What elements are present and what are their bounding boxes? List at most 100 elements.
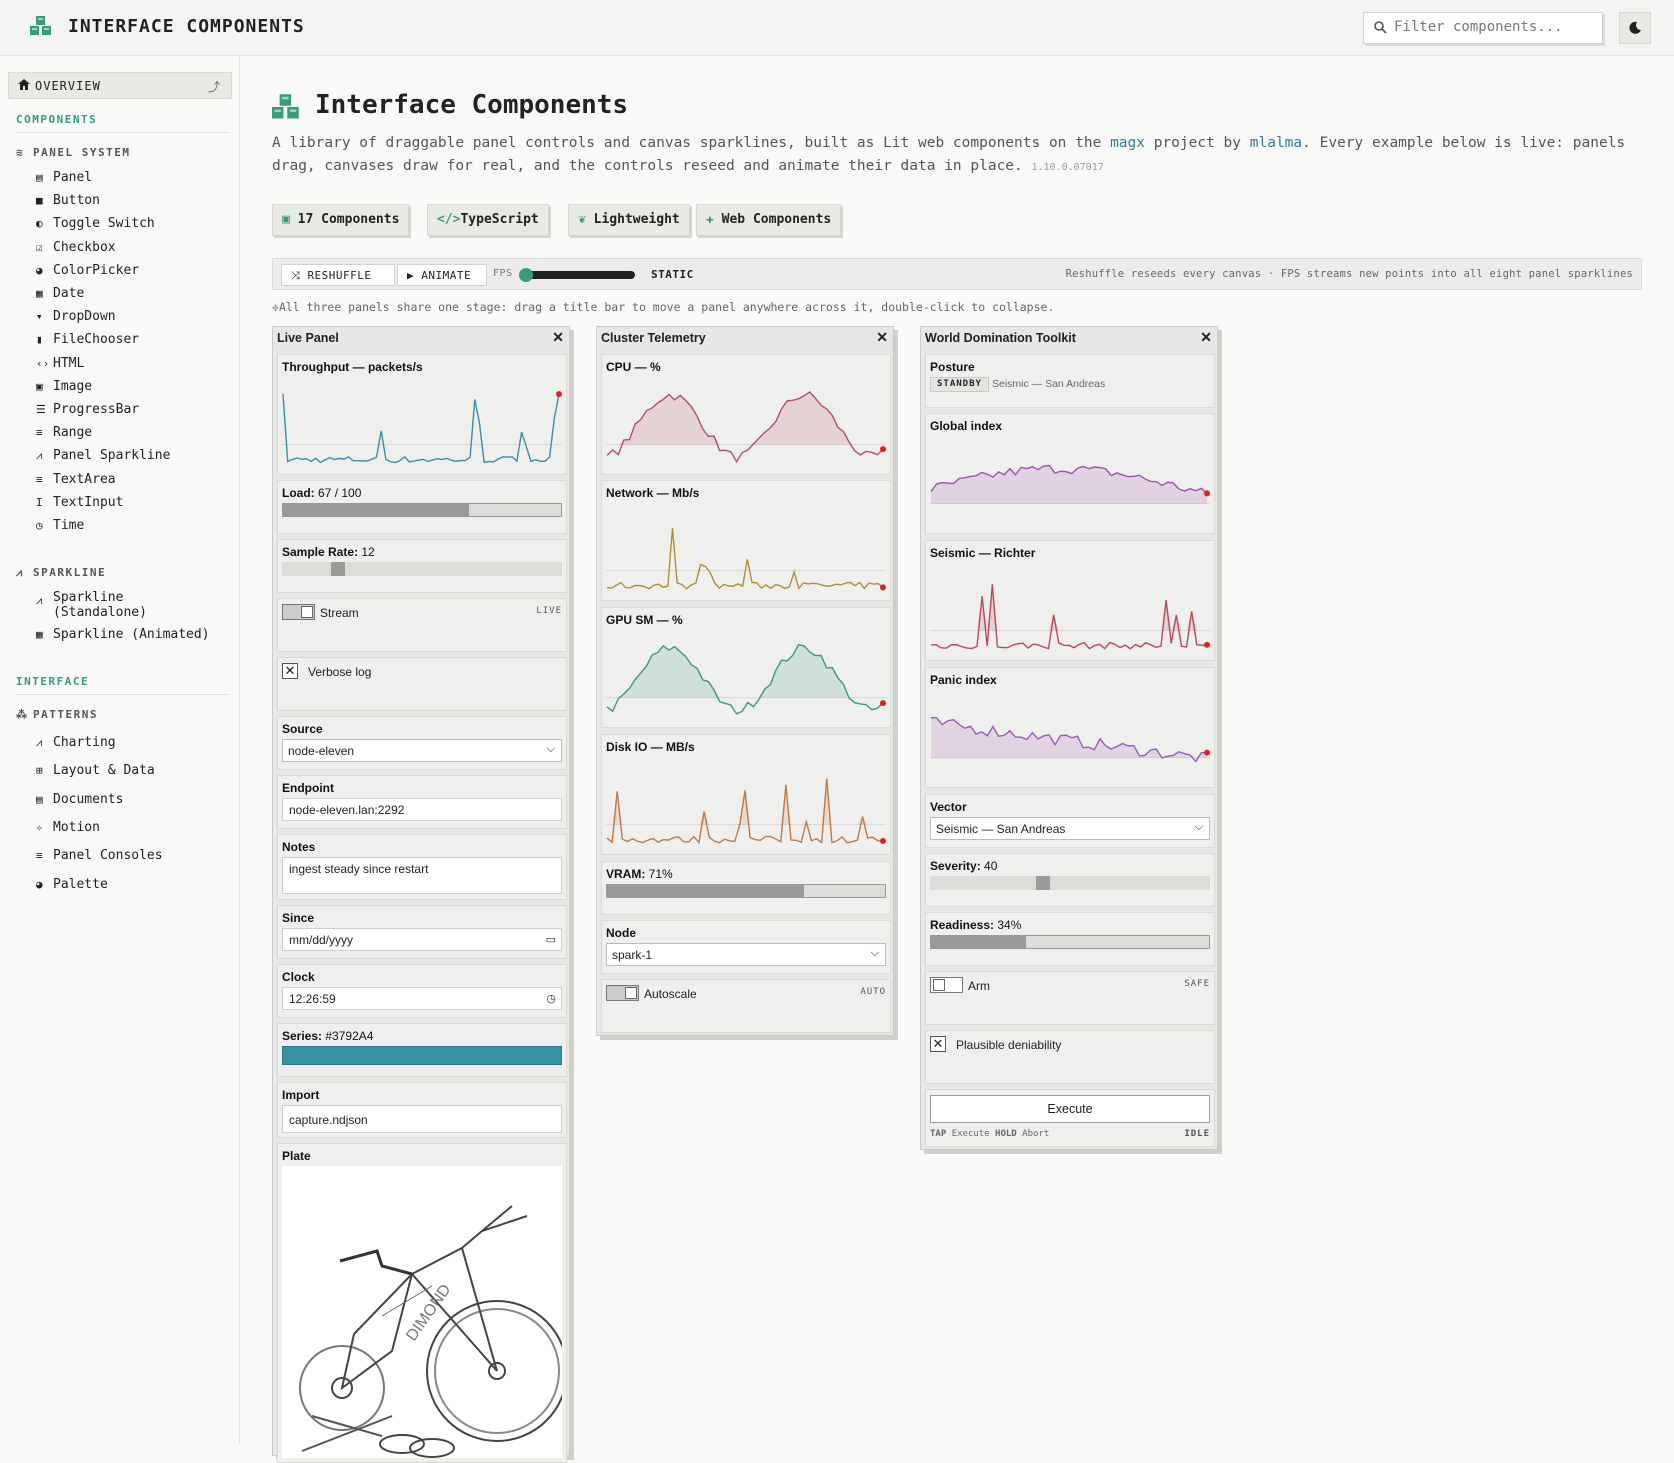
- network-sparkline-cell: Network — Mb/s: [601, 480, 891, 601]
- sidebar-item-panel[interactable]: ▤ Panel: [36, 170, 92, 185]
- sidebar-item-label: HTML: [53, 355, 85, 371]
- series-color-swatch[interactable]: [282, 1046, 562, 1065]
- fps-slider-handle[interactable]: [519, 268, 533, 282]
- sidebar-item-textarea[interactable]: ≡ TextArea: [36, 472, 116, 487]
- search-icon: [1374, 21, 1387, 38]
- deniability-checkbox[interactable]: ✕: [930, 1036, 946, 1052]
- filter-placeholder: Filter components...: [1394, 19, 1563, 35]
- sidebar-item-checkbox[interactable]: ☑ Checkbox: [36, 240, 116, 255]
- layout-data-icon: ⊞: [36, 764, 43, 778]
- sidebar-item-motion[interactable]: ✧ Motion: [36, 820, 100, 835]
- panel-title-bar[interactable]: World Domination Toolkit ✕: [921, 327, 1217, 349]
- chevron-down-icon: ⌵: [870, 947, 879, 959]
- sidebar-item-label: Image: [53, 378, 93, 394]
- execute-state: IDLE: [1184, 1129, 1210, 1139]
- range-handle[interactable]: [331, 562, 345, 576]
- sidebar-item-label: FileChooser: [53, 332, 140, 348]
- since-date-cell: Since mm/dd/yyyy ▭: [277, 905, 567, 959]
- execute-button[interactable]: Execute: [930, 1095, 1210, 1123]
- vector-dropdown[interactable]: Seismic — San Andreas ⌵: [930, 817, 1210, 840]
- sidebar-item-sparkline-standalone[interactable]: ⩘ Sparkline (Standalone): [36, 590, 147, 620]
- filter-input[interactable]: Filter components...: [1363, 12, 1603, 44]
- verbose-checkbox[interactable]: ✕: [282, 663, 298, 679]
- vector-label: Vector: [930, 800, 967, 814]
- panel-title-bar[interactable]: Cluster Telemetry ✕: [597, 327, 893, 349]
- import-file-chooser[interactable]: capture.ndjson: [282, 1105, 562, 1133]
- reshuffle-button[interactable]: ⤨ RESHUFFLE: [281, 264, 395, 286]
- sidebar-item-charting[interactable]: ⩘ Charting: [36, 735, 116, 750]
- colorpicker-icon: ◕: [36, 263, 43, 277]
- load-progress-cell: Load: 67 / 100: [277, 480, 567, 534]
- sidebar-item-documents[interactable]: ▤ Documents: [36, 792, 123, 807]
- sidebar-item-progressbar[interactable]: ☰ ProgressBar: [36, 402, 139, 417]
- sidebar-item-layout-data[interactable]: ⊞ Layout & Data: [36, 763, 155, 778]
- close-icon[interactable]: ✕: [1200, 329, 1212, 346]
- chart-line-icon: ⩘: [36, 594, 43, 607]
- sidebar-item-palette[interactable]: ◕ Palette: [36, 877, 108, 892]
- series-color-cell: Series: #3792A4: [277, 1023, 567, 1077]
- sidebar-overview[interactable]: OVERVIEW ⤴: [8, 72, 232, 99]
- autoscale-toggle[interactable]: [606, 985, 639, 1001]
- sparkline-label: GPU SM — %: [606, 613, 683, 627]
- sidebar-item-dropdown[interactable]: ▾ DropDown: [36, 309, 116, 324]
- sidebar-item-range[interactable]: ≡ Range: [36, 425, 92, 440]
- sidebar-item-label: Sparkline (Animated): [53, 627, 210, 642]
- mlalma-link[interactable]: mlalma: [1250, 135, 1302, 151]
- sidebar-item-toggle-switch[interactable]: ◐ Toggle Switch: [36, 216, 155, 231]
- sidebar-item-image[interactable]: ▣ Image: [36, 379, 92, 394]
- sidebar-item-panel-sparkline[interactable]: ⩘ Panel Sparkline: [36, 448, 170, 463]
- sidebar-item-html[interactable]: ‹› HTML: [36, 356, 84, 371]
- arm-toggle[interactable]: [930, 977, 963, 993]
- sidebar-item-time[interactable]: ◷ Time: [36, 518, 84, 533]
- range-handle[interactable]: [1036, 876, 1050, 890]
- readiness-progress-bar: [930, 935, 1210, 949]
- severity-range[interactable]: [930, 876, 1210, 890]
- live-panel[interactable]: Live Panel ✕ Throughput — packets/s Load:…: [272, 326, 570, 1463]
- clock-cell: Clock 12:26:59 ◷: [277, 964, 567, 1018]
- panel-title-bar[interactable]: Live Panel ✕: [273, 327, 569, 349]
- sidebar-item-filechooser[interactable]: ▮ FileChooser: [36, 332, 139, 347]
- overview-label: OVERVIEW: [35, 79, 101, 93]
- since-date-input[interactable]: mm/dd/yyyy ▭: [282, 928, 562, 951]
- clock-time-input[interactable]: 12:26:59 ◷: [282, 987, 562, 1010]
- close-icon[interactable]: ✕: [552, 329, 564, 346]
- code-icon: </>: [437, 212, 461, 227]
- latest-point-marker: [880, 837, 886, 844]
- cluster-telemetry-panel[interactable]: Cluster Telemetry ✕ CPU — % Network — Mb/…: [596, 326, 894, 1036]
- source-dropdown-cell: Source node-eleven ⌵: [277, 716, 567, 770]
- stream-tag: LIVE: [536, 606, 562, 616]
- sidebar-item-label: ColorPicker: [53, 262, 140, 278]
- layers-icon: ≋: [16, 146, 25, 159]
- animate-button[interactable]: ▶ ANIMATE: [397, 264, 487, 286]
- sidebar-item-label: Range: [53, 425, 93, 441]
- autoscale-tag: AUTO: [860, 987, 886, 997]
- divider: [16, 694, 230, 695]
- calendar-icon[interactable]: ▭: [546, 933, 556, 946]
- notes-textarea[interactable]: ingest steady since restart: [282, 857, 562, 894]
- clock-icon[interactable]: ◷: [546, 992, 556, 1005]
- fps-slider-track[interactable]: [523, 271, 635, 279]
- world-domination-panel[interactable]: World Domination Toolkit ✕ Posture STANDB…: [920, 326, 1218, 1150]
- sidebar-item-textinput[interactable]: I TextInput: [36, 495, 123, 510]
- node-dropdown[interactable]: spark-1 ⌵: [606, 943, 886, 966]
- endpoint-input[interactable]: node-eleven.lan:2292: [282, 798, 562, 821]
- sidebar-item-sparkline-animated[interactable]: ▦ Sparkline (Animated): [36, 627, 210, 642]
- source-dropdown[interactable]: node-eleven ⌵: [282, 739, 562, 762]
- palette-icon: ◕: [36, 877, 43, 891]
- sidebar-item-date[interactable]: ▦ Date: [36, 286, 84, 301]
- close-icon[interactable]: ✕: [876, 329, 888, 346]
- sample-rate-range[interactable]: [282, 562, 562, 576]
- sidebar-item-label: Panel: [53, 170, 93, 185]
- feather-icon: ❦: [578, 212, 586, 227]
- latest-point-marker: [880, 584, 886, 591]
- sparkline-label: Seismic — Richter: [930, 546, 1036, 560]
- magx-link[interactable]: magx: [1110, 135, 1145, 151]
- posture-text: Seismic — San Andreas: [992, 378, 1106, 390]
- sidebar-item-panel-consoles[interactable]: ≡ Panel Consoles: [36, 848, 163, 863]
- textinput-icon: I: [36, 495, 43, 509]
- sidebar-item-button[interactable]: ■ Button: [36, 193, 100, 208]
- latest-point-marker: [1204, 641, 1210, 648]
- sidebar-item-colorpicker[interactable]: ◕ ColorPicker: [36, 263, 139, 278]
- theme-toggle-button[interactable]: [1619, 12, 1651, 44]
- stream-toggle[interactable]: [282, 604, 315, 620]
